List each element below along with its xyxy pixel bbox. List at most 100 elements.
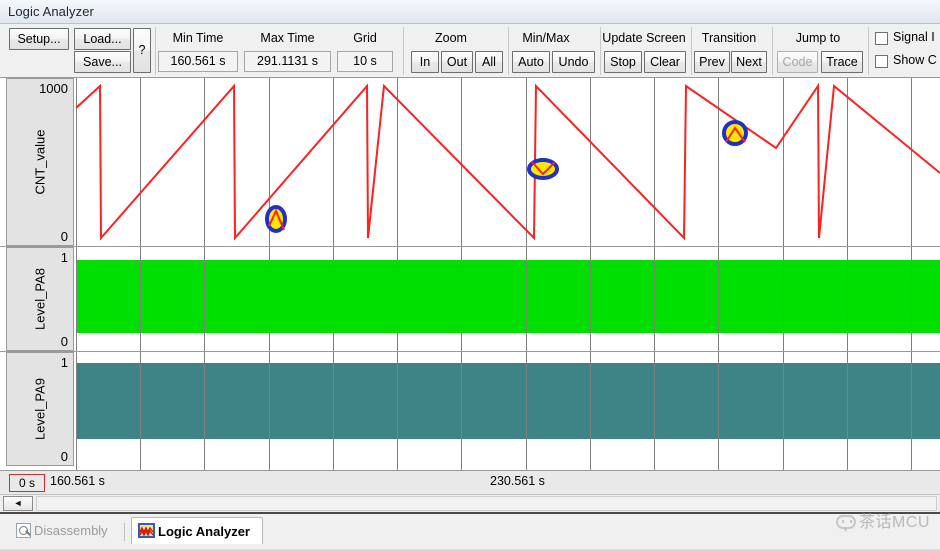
- bottom-tab-bar: Disassembly Logic Analyzer: [0, 512, 940, 551]
- gridline: [654, 352, 655, 470]
- watermark: 茶话MCU: [836, 508, 930, 532]
- transition-label: Transition: [701, 31, 757, 45]
- level-pa9-band: [76, 363, 940, 439]
- time-tick-start: 160.561 s: [50, 474, 105, 488]
- toolbar-separator: [868, 27, 869, 75]
- gridline: [333, 352, 334, 470]
- transition-next-button[interactable]: Next: [731, 51, 767, 73]
- update-clear-button[interactable]: Clear: [644, 51, 686, 73]
- zoom-all-button[interactable]: All: [475, 51, 503, 73]
- cnt-value-markers[interactable]: [76, 78, 940, 246]
- lane-name-level-pa8: Level_PA8: [32, 268, 48, 330]
- toolbar: Setup... Load... Save... ? Min Time 160.…: [0, 24, 940, 78]
- tab-logic-analyzer[interactable]: Logic Analyzer: [131, 517, 263, 544]
- zoom-in-button[interactable]: In: [411, 51, 439, 73]
- min-time-field[interactable]: 160.561 s: [158, 51, 238, 72]
- gridline: [526, 247, 527, 351]
- gridline: [461, 352, 462, 470]
- gridline: [847, 352, 848, 470]
- time-axis[interactable]: 0 s 160.561 s 230.561 s: [0, 470, 940, 494]
- show-cycles-checkbox[interactable]: [875, 55, 888, 68]
- lane-cnt-value: 1000 CNT_value 0: [0, 78, 940, 246]
- window-titlebar: Logic Analyzer: [0, 0, 940, 24]
- minmax-group-label: Min/Max: [522, 31, 570, 45]
- gridline: [333, 247, 334, 351]
- plot-area[interactable]: 1000 CNT_value 0 1 Level_PA8 0 1 Level_P…: [0, 78, 940, 470]
- tab-divider: [124, 523, 125, 541]
- gridline: [204, 247, 205, 351]
- signal-info-checkbox[interactable]: [875, 32, 888, 45]
- show-cycles-label: Show C: [893, 53, 937, 67]
- lane-label-box-level-pa8[interactable]: 1 Level_PA8 0: [6, 247, 74, 351]
- jump-to-label: Jump to: [795, 31, 841, 45]
- lane-label-box-cnt-value[interactable]: 1000 CNT_value 0: [6, 78, 74, 246]
- gridline: [783, 352, 784, 470]
- gridline: [397, 352, 398, 470]
- lane-max-cnt-value: 1000: [39, 81, 68, 96]
- help-button[interactable]: ?: [133, 28, 151, 73]
- gridline: [718, 352, 719, 470]
- gridline: [783, 247, 784, 351]
- time-tick-mid: 230.561 s: [490, 474, 545, 488]
- jump-trace-button[interactable]: Trace: [821, 51, 863, 73]
- transition-prev-button[interactable]: Prev: [694, 51, 730, 73]
- grid-field[interactable]: 10 s: [337, 51, 393, 72]
- grid-label: Grid: [353, 31, 377, 45]
- gridline: [204, 352, 205, 470]
- lane-name-cnt-value: CNT_value: [32, 129, 48, 195]
- tab-logic-analyzer-label: Logic Analyzer: [158, 524, 250, 539]
- track-level-pa9[interactable]: [76, 352, 940, 470]
- scroll-left-arrow-icon[interactable]: ◄: [3, 496, 33, 511]
- speech-bubble-icon: [836, 515, 857, 532]
- gridline: [269, 352, 270, 470]
- zero-time-marker[interactable]: 0 s: [9, 474, 45, 492]
- logic-analyzer-window: Logic Analyzer Setup... Load... Save... …: [0, 0, 940, 551]
- update-screen-label: Update Screen: [602, 31, 686, 45]
- lane-max-level-pa9: 1: [60, 355, 68, 370]
- lane-level-pa9: 1 Level_PA9 0: [0, 352, 940, 470]
- gridline: [590, 352, 591, 470]
- track-level-pa8[interactable]: [76, 247, 940, 351]
- tab-disassembly[interactable]: Disassembly: [8, 517, 120, 544]
- min-time-label: Min Time: [172, 31, 224, 45]
- gridline: [140, 247, 141, 351]
- disassembly-icon: [16, 523, 31, 538]
- zoom-group-label: Zoom: [435, 31, 467, 45]
- max-time-label: Max Time: [260, 31, 315, 45]
- lane-min-level-pa9: 0: [60, 449, 68, 464]
- toolbar-separator: [772, 27, 773, 75]
- gridline: [911, 352, 912, 470]
- lane-min-cnt-value: 0: [60, 229, 68, 244]
- gridline: [76, 352, 77, 470]
- tab-disassembly-label: Disassembly: [34, 523, 108, 538]
- horizontal-scrollbar[interactable]: ◄: [0, 494, 940, 512]
- minmax-undo-button[interactable]: Undo: [552, 51, 595, 73]
- jump-code-button[interactable]: Code: [777, 51, 818, 73]
- lane-label-box-level-pa9[interactable]: 1 Level_PA9 0: [6, 352, 74, 466]
- setup-button[interactable]: Setup...: [9, 28, 69, 50]
- gridline: [76, 247, 77, 351]
- gridline: [718, 247, 719, 351]
- lane-level-pa8: 1 Level_PA8 0: [0, 247, 940, 351]
- gridline: [847, 247, 848, 351]
- gridline: [397, 247, 398, 351]
- track-cnt-value[interactable]: [76, 78, 940, 246]
- max-time-field[interactable]: 291.1131 s: [244, 51, 331, 72]
- minmax-auto-button[interactable]: Auto: [512, 51, 550, 73]
- lane-max-level-pa8: 1: [60, 250, 68, 265]
- gridline: [654, 247, 655, 351]
- gridline: [140, 352, 141, 470]
- level-pa8-band: [76, 260, 940, 333]
- gridline: [526, 352, 527, 470]
- window-title: Logic Analyzer: [8, 4, 94, 19]
- toolbar-separator: [600, 27, 601, 75]
- logic-analyzer-icon: [138, 523, 155, 538]
- scrollbar-thumb[interactable]: [36, 496, 937, 511]
- gridline: [911, 247, 912, 351]
- zoom-out-button[interactable]: Out: [441, 51, 473, 73]
- signal-info-label: Signal I: [893, 30, 935, 44]
- gridline: [269, 247, 270, 351]
- save-button[interactable]: Save...: [74, 51, 131, 73]
- load-button[interactable]: Load...: [74, 28, 131, 50]
- update-stop-button[interactable]: Stop: [604, 51, 642, 73]
